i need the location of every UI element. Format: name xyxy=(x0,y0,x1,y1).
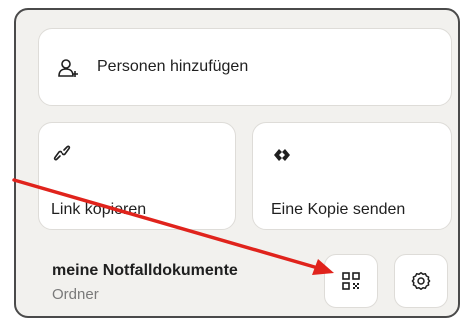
send-copy-label: Eine Kopie senden xyxy=(271,201,406,218)
link-icon xyxy=(53,145,71,161)
folder-type: Ordner xyxy=(52,286,99,303)
dropbox-transfer-icon xyxy=(274,149,290,161)
copy-link-button[interactable]: Link kopieren xyxy=(38,122,236,230)
copy-link-label: Link kopieren xyxy=(51,201,147,218)
add-person-icon xyxy=(58,59,78,77)
add-people-label: Personen hinzufügen xyxy=(97,58,249,75)
settings-gear-icon xyxy=(411,272,431,290)
add-people-button[interactable]: Personen hinzufügen xyxy=(38,28,452,106)
qr-code-button[interactable] xyxy=(324,254,378,308)
share-panel: Personen hinzufügen Link kopieren Eine K… xyxy=(14,8,460,318)
qr-code-icon xyxy=(342,272,360,290)
settings-button[interactable] xyxy=(394,254,448,308)
send-copy-button[interactable]: Eine Kopie senden xyxy=(252,122,452,230)
folder-name: meine Notfalldokumente xyxy=(52,262,238,279)
